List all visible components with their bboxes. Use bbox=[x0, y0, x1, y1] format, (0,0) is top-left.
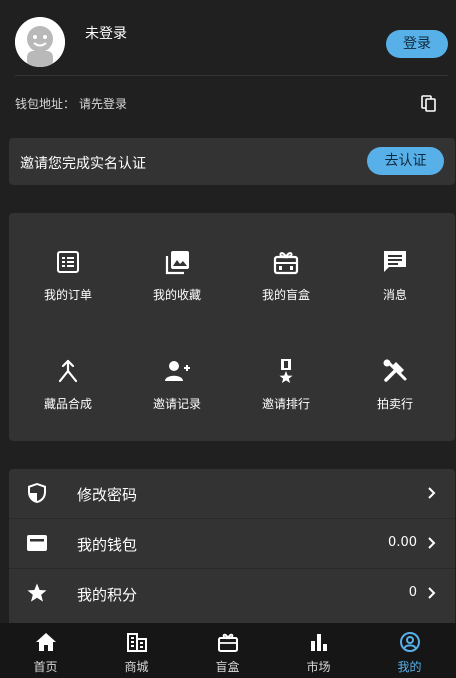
gift-box-icon bbox=[273, 252, 299, 275]
tab-store[interactable]: 商城 bbox=[91, 623, 182, 678]
tab-label: 我的 bbox=[397, 660, 422, 674]
username: 未登录 bbox=[85, 26, 127, 42]
grid-item-label: 我的盲盒 bbox=[261, 288, 310, 302]
login-button[interactable]: 登录 bbox=[386, 30, 448, 58]
grid-item-label: 藏品合成 bbox=[43, 397, 92, 411]
menu-item-wallet[interactable]: 我的钱包 0.00 bbox=[9, 519, 455, 568]
grid-item-label: 我的收藏 bbox=[152, 288, 201, 302]
tools-icon bbox=[383, 359, 407, 382]
profile-header: 未登录 登录 bbox=[0, 0, 456, 76]
settings-list: 修改密码 我的钱包 0.00 我的积分 0 bbox=[9, 469, 455, 629]
grid-item-orders[interactable]: 我的订单 bbox=[18, 248, 118, 328]
tab-blindbox[interactable]: 盲盒 bbox=[182, 623, 273, 678]
shield-icon bbox=[28, 483, 46, 503]
tab-label: 市场 bbox=[306, 660, 331, 674]
wallet-address-value: 请先登录 bbox=[79, 97, 128, 111]
menu-item-change-password[interactable]: 修改密码 bbox=[9, 469, 455, 518]
wallet-address-row: 钱包地址： 请先登录 bbox=[15, 95, 445, 115]
account-icon bbox=[399, 632, 420, 652]
feature-grid: 我的订单 我的收藏 我的盲盒 消息 藏品合成 邀请记录 邀请排行 拍卖行 bbox=[9, 213, 455, 441]
bottom-tab-bar: 首页 商城 盲盒 市场 我的 bbox=[0, 623, 456, 678]
divider bbox=[15, 75, 448, 76]
chevron-right-icon bbox=[428, 587, 436, 599]
points-balance: 0 bbox=[408, 585, 417, 600]
menu-item-label: 我的钱包 bbox=[77, 536, 138, 554]
tab-label: 首页 bbox=[33, 660, 58, 674]
grid-item-label: 拍卖行 bbox=[376, 397, 413, 411]
grid-item-synthesis[interactable]: 藏品合成 bbox=[18, 357, 118, 437]
grid-item-messages[interactable]: 消息 bbox=[345, 248, 445, 328]
menu-item-label: 修改密码 bbox=[77, 486, 138, 504]
grid-item-auction[interactable]: 拍卖行 bbox=[345, 357, 445, 437]
bar-chart-icon bbox=[310, 634, 327, 651]
store-icon bbox=[126, 633, 147, 652]
home-icon bbox=[35, 633, 56, 651]
verify-banner: 邀请您完成实名认证 去认证 bbox=[9, 138, 455, 185]
wallet-address-label: 钱包地址： bbox=[15, 97, 76, 111]
grid-item-invite-ranking[interactable]: 邀请排行 bbox=[236, 357, 336, 437]
person-add-icon bbox=[165, 361, 190, 381]
grid-item-label: 邀请记录 bbox=[152, 397, 201, 411]
grid-item-label: 消息 bbox=[382, 288, 407, 302]
verify-button[interactable]: 去认证 bbox=[367, 147, 444, 175]
menu-item-label: 我的积分 bbox=[77, 586, 138, 604]
copy-icon[interactable] bbox=[421, 95, 437, 113]
tab-label: 盲盒 bbox=[215, 660, 240, 674]
grid-item-favorites[interactable]: 我的收藏 bbox=[127, 248, 227, 328]
verify-text: 邀请您完成实名认证 bbox=[20, 156, 146, 172]
grid-item-label: 邀请排行 bbox=[261, 397, 310, 411]
menu-item-points[interactable]: 我的积分 0 bbox=[9, 569, 455, 618]
image-collection-icon bbox=[165, 251, 189, 275]
chevron-right-icon bbox=[428, 537, 436, 549]
star-icon bbox=[27, 583, 47, 602]
wallet-icon bbox=[27, 535, 47, 551]
order-list-icon bbox=[57, 251, 79, 273]
tab-label: 商城 bbox=[124, 660, 149, 674]
avatar[interactable] bbox=[15, 17, 65, 67]
grid-item-label: 我的订单 bbox=[43, 288, 92, 302]
message-icon bbox=[384, 251, 406, 272]
grid-item-blindbox[interactable]: 我的盲盒 bbox=[236, 248, 336, 328]
medal-icon bbox=[279, 359, 293, 383]
tab-mine[interactable]: 我的 bbox=[364, 623, 455, 678]
merge-icon bbox=[58, 359, 78, 383]
wallet-balance: 0.00 bbox=[388, 535, 417, 550]
grid-item-invite-records[interactable]: 邀请记录 bbox=[127, 357, 227, 437]
default-avatar-icon bbox=[15, 17, 65, 67]
gift-box-icon bbox=[217, 633, 238, 652]
tab-home[interactable]: 首页 bbox=[0, 623, 91, 678]
chevron-right-icon bbox=[428, 487, 436, 499]
tab-market[interactable]: 市场 bbox=[273, 623, 364, 678]
